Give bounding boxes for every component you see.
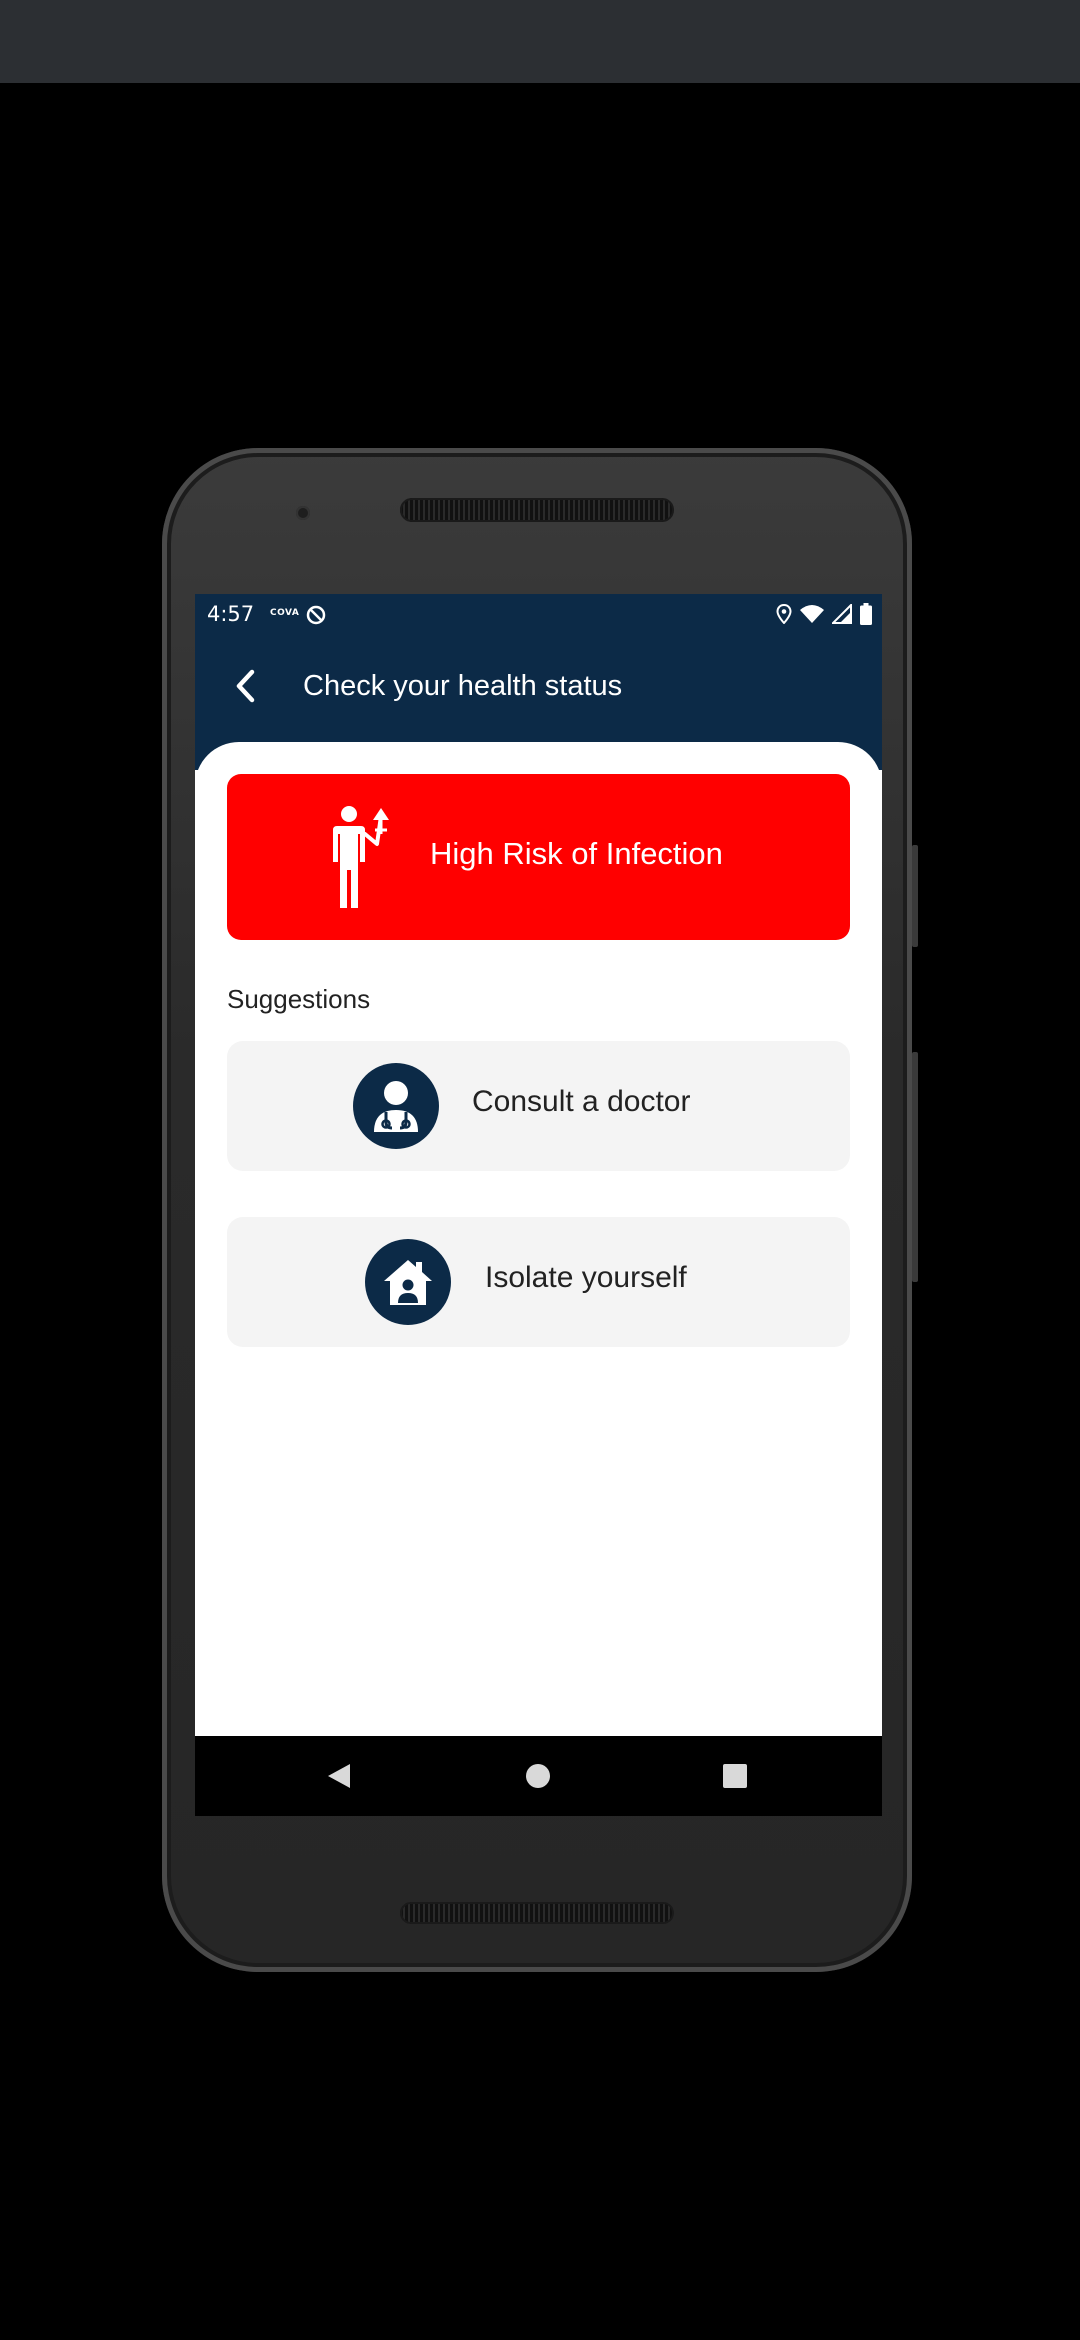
battery-icon bbox=[860, 603, 872, 625]
android-nav-bar bbox=[195, 1736, 882, 1816]
suggestion-label: Consult a doctor bbox=[472, 1085, 691, 1118]
person-risk-icon bbox=[333, 806, 389, 908]
nav-recents-button[interactable] bbox=[717, 1758, 753, 1794]
phone-screen: 4:57 COVA Check your health status High … bbox=[195, 594, 882, 1816]
wifi-icon bbox=[800, 605, 824, 623]
location-icon bbox=[776, 604, 792, 624]
status-time: 4:57 bbox=[207, 602, 255, 626]
suggestion-label: Isolate yourself bbox=[485, 1261, 687, 1294]
front-camera bbox=[296, 506, 310, 520]
bottom-speaker bbox=[400, 1902, 674, 1924]
sync-icon bbox=[305, 604, 327, 631]
triangle-back-icon bbox=[328, 1764, 350, 1788]
home-isolation-icon bbox=[365, 1239, 451, 1325]
square-recents-icon bbox=[723, 1764, 747, 1788]
power-button bbox=[912, 845, 918, 947]
suggestion-consult-doctor[interactable]: Consult a doctor bbox=[227, 1041, 850, 1171]
back-button[interactable] bbox=[227, 668, 263, 704]
signal-icon bbox=[832, 604, 852, 624]
circle-home-icon bbox=[526, 1764, 550, 1788]
top-speaker bbox=[400, 498, 674, 522]
volume-button bbox=[912, 1052, 918, 1282]
status-icons bbox=[776, 603, 872, 625]
recording-top-bar bbox=[0, 0, 1080, 83]
risk-status-card: High Risk of Infection bbox=[227, 774, 850, 940]
risk-level-label: High Risk of Infection bbox=[430, 836, 723, 871]
nav-home-button[interactable] bbox=[520, 1758, 556, 1794]
chevron-left-icon bbox=[236, 669, 255, 703]
carrier-badge: COVA bbox=[270, 608, 300, 618]
nav-back-button[interactable] bbox=[321, 1758, 357, 1794]
suggestion-isolate-yourself[interactable]: Isolate yourself bbox=[227, 1217, 850, 1347]
status-bar: 4:57 COVA bbox=[195, 594, 882, 634]
content-panel: High Risk of Infection Suggestions Consu… bbox=[195, 742, 882, 1752]
doctor-icon bbox=[353, 1063, 439, 1149]
page-title: Check your health status bbox=[303, 670, 623, 702]
suggestions-heading: Suggestions bbox=[227, 984, 371, 1014]
